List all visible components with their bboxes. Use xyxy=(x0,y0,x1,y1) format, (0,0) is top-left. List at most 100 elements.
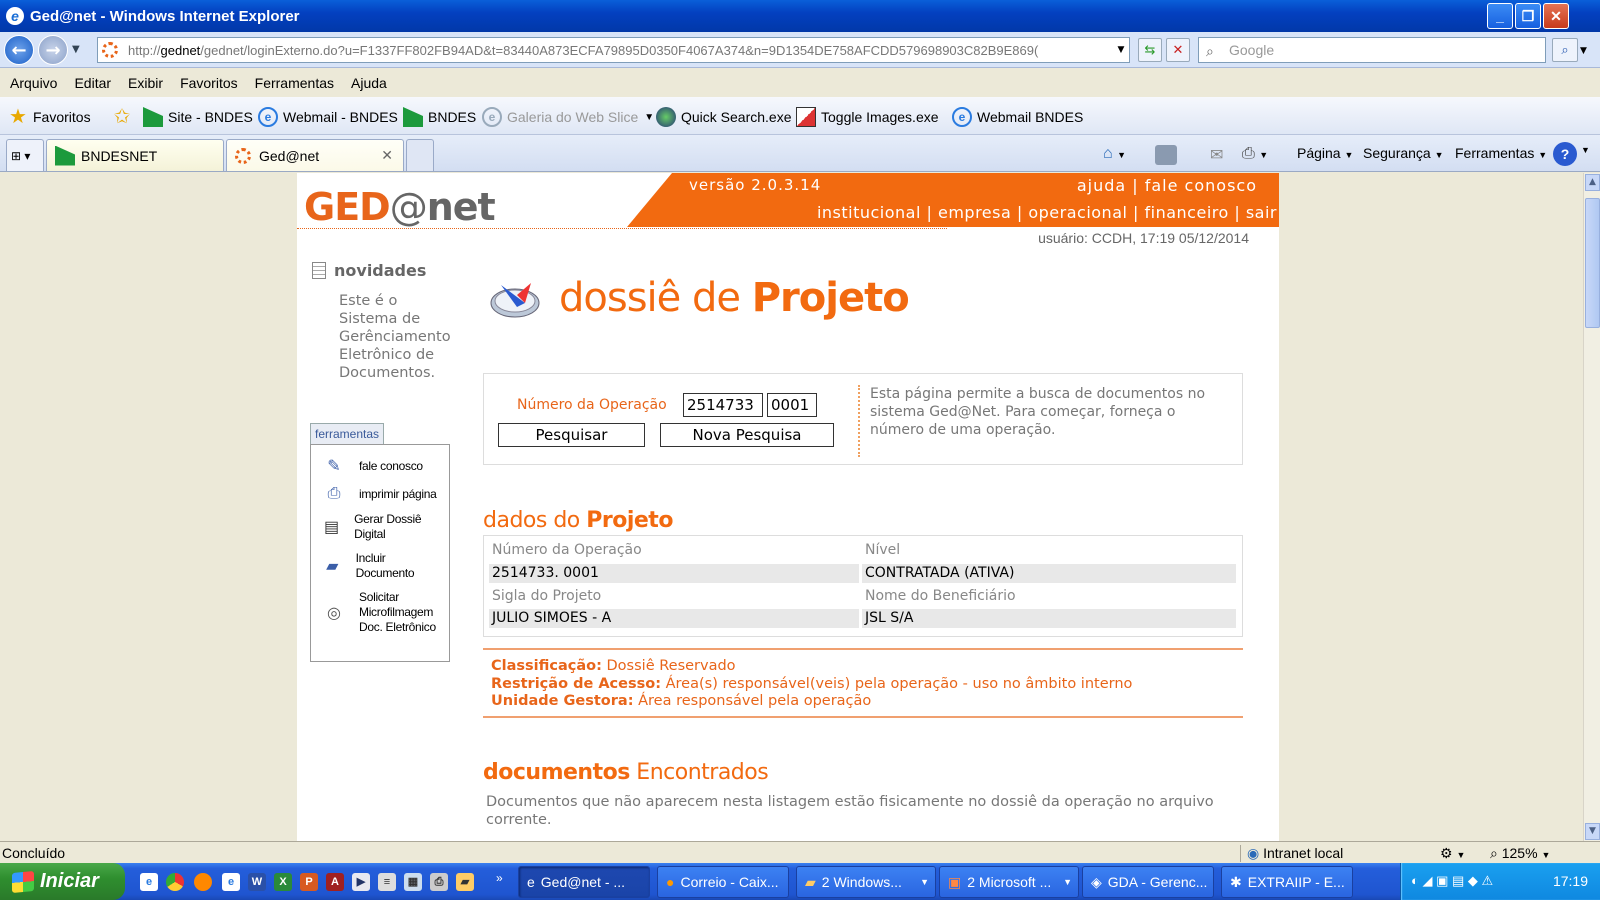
help-icon[interactable]: ? xyxy=(1553,142,1577,166)
close-tab-icon[interactable]: ✕ xyxy=(381,147,393,164)
taskbar-gda[interactable]: ◈ GDA - Gerenc... xyxy=(1082,866,1214,898)
print-icon[interactable]: ⎙ ▼ xyxy=(1242,145,1268,163)
menu-favoritos[interactable]: Favoritos xyxy=(170,75,245,91)
taskbar-gednet[interactable]: e Ged@net - ... xyxy=(518,866,650,898)
maximize-button[interactable]: ❐ xyxy=(1515,3,1541,29)
stop-icon[interactable]: ✕ xyxy=(1166,38,1190,62)
taskbar-label: EXTRAIIP - E... xyxy=(1247,874,1345,890)
favorites-button[interactable]: ★ Favoritos xyxy=(8,107,91,127)
outlook-icon[interactable] xyxy=(194,873,212,891)
back-button[interactable]: ← xyxy=(4,35,34,65)
favorite-bndes[interactable]: BNDES xyxy=(403,107,476,127)
help-dropdown-icon[interactable]: ▼ xyxy=(1581,145,1590,155)
ie-icon: e xyxy=(527,874,535,890)
new-search-button[interactable]: Nova Pesquisa xyxy=(660,423,834,447)
quicklaunch-overflow-icon[interactable]: » xyxy=(496,871,503,885)
contact-icon: ✎ xyxy=(327,458,341,475)
title-bold: Projeto xyxy=(751,275,910,321)
address-dropdown-icon[interactable]: ▼ xyxy=(1112,38,1130,62)
taskbar-microsoft-group[interactable]: ▣ 2 Microsoft ... ▼ xyxy=(939,866,1079,898)
minimize-button[interactable]: _ xyxy=(1487,3,1513,29)
history-dropdown-icon[interactable]: ▼ xyxy=(72,44,80,55)
print-icon: ⎙ xyxy=(327,485,341,502)
media-icon[interactable]: ▶ xyxy=(352,873,370,891)
ie-icon[interactable]: e xyxy=(140,873,158,891)
add-favorite-button[interactable]: ✩ xyxy=(112,107,137,127)
tool-solicitar-microfilmagem[interactable]: ◎ Solicitar Microfilmagem Doc. Eletrônico xyxy=(323,590,448,635)
search-input[interactable]: Google xyxy=(1198,37,1546,63)
rss-feed-icon[interactable] xyxy=(1155,145,1177,165)
page-menu[interactable]: Página ▼ xyxy=(1297,145,1353,161)
tab-bndesnet[interactable]: BNDESNET xyxy=(46,139,224,171)
notepad-icon[interactable]: ≡ xyxy=(378,873,396,891)
start-button[interactable]: Iniciar xyxy=(0,863,125,900)
docs-rest: Encontrados xyxy=(629,760,769,785)
scroll-thumb[interactable] xyxy=(1585,198,1600,328)
menu-exibir[interactable]: Exibir xyxy=(118,75,170,91)
operation-suffix-input[interactable]: 0001 xyxy=(767,393,817,417)
tool-incluir-documento[interactable]: ▰ Incluir Documento xyxy=(323,551,433,581)
clock[interactable]: 17:19 xyxy=(1553,873,1588,889)
tab-gednet[interactable]: Ged@net ✕ xyxy=(226,139,404,171)
operation-number-input[interactable]: 2514733 xyxy=(683,393,763,417)
favorite-quick-search[interactable]: Quick Search.exe xyxy=(656,107,792,127)
help-links[interactable]: ajuda | fale conosco xyxy=(1077,176,1257,195)
tools-menu[interactable]: Ferramentas ▼ xyxy=(1455,145,1547,161)
field-label: Número da Operação xyxy=(492,542,642,558)
main-nav[interactable]: institucional | empresa | operacional | … xyxy=(817,203,1277,222)
documents-description: Documentos que não aparecem nesta listag… xyxy=(486,794,1214,828)
security-menu[interactable]: Segurança ▼ xyxy=(1363,145,1444,161)
favorite-toggle-images[interactable]: Toggle Images.exe xyxy=(796,107,939,127)
tray-icons[interactable]: ◐ ◢ ▣ ▤ ◆ ⚠ xyxy=(1411,873,1493,889)
favorite-webmail-bndes-2[interactable]: e Webmail BNDES xyxy=(952,107,1083,127)
forward-button[interactable]: → xyxy=(38,35,68,65)
search-options-icon[interactable]: ▼ xyxy=(1580,46,1587,56)
printer-icon[interactable]: ⎙ xyxy=(430,873,448,891)
field-label: Sigla do Projeto xyxy=(492,588,602,604)
read-mail-icon[interactable]: ✉ xyxy=(1210,145,1223,165)
favorite-site-bndes[interactable]: Site - BNDES xyxy=(143,107,253,127)
ie-quicklaunch-icon[interactable]: e xyxy=(222,873,240,891)
excel-icon[interactable]: X xyxy=(274,873,292,891)
dados-heading: dados do Projeto xyxy=(483,508,673,533)
calculator-icon[interactable]: ▦ xyxy=(404,873,422,891)
taskbar-extraiip[interactable]: ✱ EXTRAIIP - E... xyxy=(1221,866,1353,898)
field-value: JSL S/A xyxy=(862,609,1236,628)
word-icon[interactable]: W xyxy=(248,873,266,891)
close-window-button[interactable]: ✕ xyxy=(1543,3,1569,29)
tool-imprimir-pagina[interactable]: ⎙ imprimir página xyxy=(323,483,437,505)
toggle-images-icon xyxy=(796,107,816,127)
search-go-icon[interactable]: ⌕ xyxy=(1552,38,1578,62)
explorer-icon[interactable]: ▰ xyxy=(456,873,474,891)
taskbar-windows-group[interactable]: ▰ 2 Windows... ▼ xyxy=(796,866,936,898)
favorite-label: BNDES xyxy=(428,109,477,125)
favorite-webmail-bndes[interactable]: e Webmail - BNDES xyxy=(258,107,398,127)
access-icon[interactable]: A xyxy=(326,873,344,891)
protected-mode-icon[interactable]: ⚙ ▼ xyxy=(1440,845,1465,862)
zone-label: Intranet local xyxy=(1263,845,1344,861)
tools-panel: ✎ fale conosco ⎙ imprimir página ▤ Gerar Do… xyxy=(310,444,450,662)
menu-editar[interactable]: Editar xyxy=(64,75,118,91)
tool-fale-conosco[interactable]: ✎ fale conosco xyxy=(323,455,423,477)
favorite-web-slice-gallery[interactable]: e Galeria do Web Slice ▼ xyxy=(482,107,654,127)
refresh-icon[interactable]: ⇆ xyxy=(1138,38,1162,62)
taskbar-correio[interactable]: ● Correio - Caix... xyxy=(657,866,789,898)
scroll-up-icon[interactable]: ▲ xyxy=(1585,174,1600,191)
tool-gerar-dossie[interactable]: ▤ Gerar Dossiê Digital xyxy=(323,512,433,542)
managing-unit-line: Unidade Gestora: Área responsável pela o… xyxy=(491,693,1243,711)
zone-indicator: ◉ Intranet local xyxy=(1240,845,1343,862)
zoom-control[interactable]: ⌕ 125% ▼ xyxy=(1490,845,1550,862)
menu-ferramentas[interactable]: Ferramentas xyxy=(245,75,341,91)
quick-tabs-button[interactable]: ⊞ ▾ xyxy=(6,139,44,171)
menu-arquivo[interactable]: Arquivo xyxy=(0,75,64,91)
vertical-scrollbar[interactable]: ▲ ▼ xyxy=(1583,173,1600,841)
chrome-icon[interactable] xyxy=(166,873,184,891)
powerpoint-icon[interactable]: P xyxy=(300,873,318,891)
menu-ajuda[interactable]: Ajuda xyxy=(341,75,394,91)
bndes-icon xyxy=(55,145,75,166)
scroll-down-icon[interactable]: ▼ xyxy=(1585,823,1600,840)
address-bar[interactable]: http://gednet/gednet/loginExterno.do?u=F… xyxy=(97,37,1130,63)
new-tab-button[interactable] xyxy=(406,139,434,171)
search-button[interactable]: Pesquisar xyxy=(498,423,645,447)
home-icon[interactable]: ⌂ ▼ xyxy=(1103,145,1126,163)
